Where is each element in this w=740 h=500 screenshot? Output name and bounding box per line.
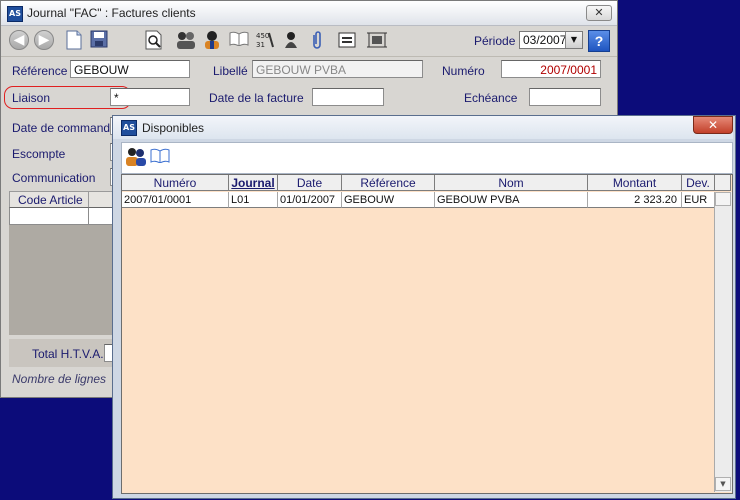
book-icon[interactable] bbox=[150, 147, 170, 167]
chevron-down-icon[interactable]: ▼ bbox=[565, 32, 582, 48]
col-montant[interactable]: Montant bbox=[588, 175, 682, 191]
liaison-label: Liaison bbox=[12, 91, 51, 105]
app-icon: AS bbox=[7, 6, 23, 22]
paperclip-icon[interactable] bbox=[307, 30, 327, 50]
periode-label: Période bbox=[474, 34, 516, 48]
col-reference[interactable]: Référence bbox=[342, 175, 435, 191]
grid-empty-area bbox=[9, 225, 119, 335]
periode-select[interactable]: 03/2007 ▼ bbox=[519, 31, 583, 49]
scroll-thumb[interactable] bbox=[715, 192, 731, 206]
grid-cell[interactable] bbox=[9, 207, 89, 225]
transfer-icon[interactable] bbox=[337, 30, 357, 50]
total-htva-label: Total H.T.V.A. bbox=[32, 347, 104, 361]
col-numero[interactable]: Numéro bbox=[122, 175, 229, 191]
main-toolbar: ◀ ▶ 450 31 Période 03/2007 ▼ ? bbox=[1, 26, 617, 57]
libelle-field[interactable]: GEBOUW PVBA bbox=[252, 60, 423, 78]
liaison-field[interactable]: * bbox=[110, 88, 190, 106]
cell-dev[interactable]: EUR bbox=[682, 192, 715, 208]
cell-montant[interactable]: 2 323.20 bbox=[588, 192, 682, 208]
periode-value: 03/2007 bbox=[523, 33, 567, 47]
search-preview-icon[interactable] bbox=[144, 30, 164, 50]
col-dev[interactable]: Dev. bbox=[682, 175, 715, 191]
popup-titlebar[interactable]: AS Disponibles ✕ bbox=[113, 116, 733, 139]
reference-label: Référence bbox=[12, 64, 68, 78]
reference-field[interactable]: GEBOUW bbox=[70, 60, 190, 78]
escompte-label: Escompte bbox=[12, 147, 66, 161]
code-article-header[interactable]: Code Article bbox=[9, 191, 89, 208]
scroll-down-icon[interactable]: ▼ bbox=[715, 477, 731, 491]
layout-icon[interactable] bbox=[367, 30, 387, 50]
forward-icon[interactable]: ▶ bbox=[34, 30, 54, 50]
popup-close-button[interactable]: ✕ bbox=[693, 116, 733, 134]
echeance-field[interactable] bbox=[529, 88, 601, 106]
popup-title: Disponibles bbox=[142, 121, 205, 135]
person-icon[interactable] bbox=[281, 30, 301, 50]
main-titlebar[interactable]: AS Journal "FAC" : Factures clients ✕ bbox=[1, 1, 617, 26]
date-facture-label: Date de la facture bbox=[209, 91, 304, 105]
cell-numero[interactable]: 2007/01/0001 bbox=[122, 192, 229, 208]
close-button[interactable]: ✕ bbox=[586, 5, 612, 21]
cell-reference[interactable]: GEBOUW bbox=[342, 192, 435, 208]
disponibles-dialog: AS Disponibles ✕ Numéro Journal Date Réf… bbox=[112, 115, 736, 499]
svg-text:450: 450 bbox=[256, 32, 269, 40]
popup-toolbar bbox=[121, 142, 733, 174]
book-icon[interactable] bbox=[229, 30, 249, 50]
disponibles-table: Numéro Journal Date Référence Nom Montan… bbox=[121, 174, 733, 494]
app-icon: AS bbox=[121, 120, 137, 136]
col-corner bbox=[715, 175, 731, 191]
nombre-lignes-label: Nombre de lignes bbox=[12, 372, 107, 386]
cell-nom[interactable]: GEBOUW PVBA bbox=[435, 192, 588, 208]
echeance-label: Echéance bbox=[464, 91, 518, 105]
new-document-icon[interactable] bbox=[64, 30, 84, 50]
cell-date[interactable]: 01/01/2007 bbox=[278, 192, 342, 208]
help-button[interactable]: ? bbox=[588, 30, 610, 52]
users-icon[interactable] bbox=[124, 146, 146, 166]
cell-journal[interactable]: L01 bbox=[229, 192, 278, 208]
col-date[interactable]: Date bbox=[278, 175, 342, 191]
numero-label: Numéro bbox=[442, 64, 485, 78]
vertical-scrollbar[interactable]: ▼ bbox=[714, 192, 732, 492]
save-icon[interactable] bbox=[89, 30, 109, 50]
date-facture-field[interactable] bbox=[312, 88, 384, 106]
col-journal[interactable]: Journal bbox=[229, 175, 278, 191]
users-icon[interactable] bbox=[175, 30, 195, 50]
svg-text:31: 31 bbox=[256, 41, 265, 49]
date-commande-label: Date de commande bbox=[12, 121, 117, 135]
window-title: Journal "FAC" : Factures clients bbox=[27, 6, 196, 20]
user-icon[interactable] bbox=[202, 30, 222, 50]
libelle-label: Libellé bbox=[213, 64, 248, 78]
calendar-icon[interactable]: 450 31 bbox=[255, 30, 275, 50]
communication-label: Communication bbox=[12, 171, 96, 185]
numero-field[interactable]: 2007/0001 bbox=[501, 60, 601, 78]
back-icon[interactable]: ◀ bbox=[9, 30, 29, 50]
col-nom[interactable]: Nom bbox=[435, 175, 588, 191]
